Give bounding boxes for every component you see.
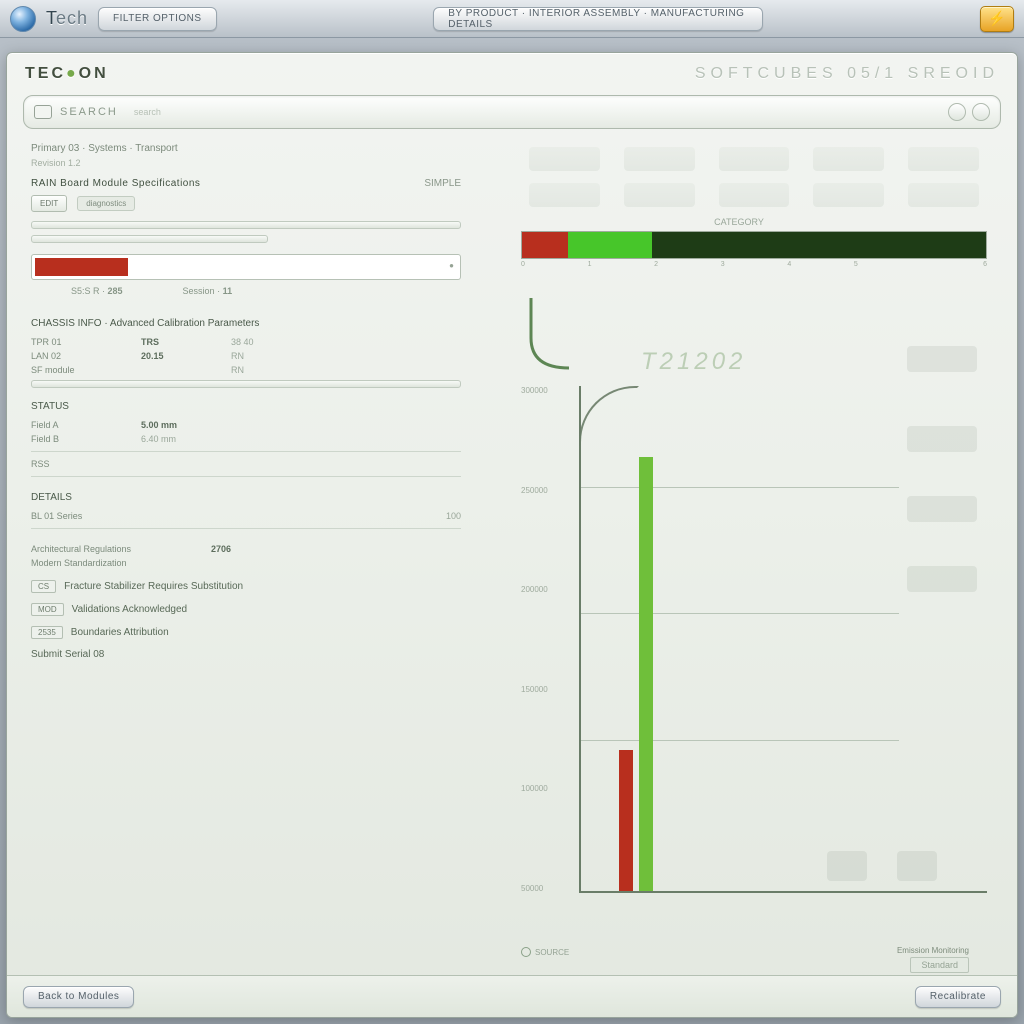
- b-row2-x: RN: [231, 365, 244, 375]
- content-area: Primary 03 · Systems · Transport Revisio…: [7, 137, 1017, 1017]
- d-row0-k: BL 01 Series: [31, 511, 141, 521]
- c-row0-v: 5.00 mm: [141, 420, 231, 430]
- page-title: SOFTCUBES 05/1 SREOID: [695, 65, 999, 83]
- pair-b-key: Session: [183, 286, 215, 296]
- li-text-3: Submit Serial 08: [31, 649, 104, 660]
- vehicle-icon: [624, 147, 695, 171]
- pair-a-val: 285: [108, 286, 123, 296]
- vehicle-icon: [813, 183, 884, 207]
- progress-gauge: ●: [31, 254, 461, 280]
- window-footer: Back to Modules Recalibrate: [7, 975, 1017, 1017]
- filter-button[interactable]: FILTER OPTIONS: [98, 7, 217, 31]
- chart-legend: SOURCE: [521, 947, 569, 957]
- list-item[interactable]: CS Fracture Stabilizer Requires Substitut…: [31, 580, 461, 593]
- list-item[interactable]: 2535 Boundaries Attribution: [31, 626, 461, 639]
- c-row0-k: Field A: [31, 420, 141, 430]
- b-row0-x: 38 40: [231, 337, 254, 347]
- chart-watermark: T21202: [641, 348, 746, 376]
- chart-sub-a: Emission Monitoring: [897, 946, 969, 955]
- c-row1-x: 6.40 mm: [141, 434, 176, 444]
- right-panel: CATEGORY 0123456 T21202 50000 100000 150…: [479, 143, 999, 1017]
- app-window: TEC●ON SOFTCUBES 05/1 SREOID SEARCH sear…: [6, 52, 1018, 1018]
- spec-bar-2: [31, 235, 268, 243]
- pair-a-key: S5:S R: [71, 286, 100, 296]
- search-hint: search: [134, 107, 161, 117]
- arch-reg-label: Architectural Regulations: [31, 544, 211, 554]
- info-icon[interactable]: [972, 103, 990, 121]
- notice-list: CS Fracture Stabilizer Requires Substitut…: [31, 570, 461, 670]
- vehicle-icon: [624, 183, 695, 207]
- main-chart: T21202 50000 100000 150000 200000 250000…: [521, 338, 987, 917]
- recalibrate-button[interactable]: Recalibrate: [915, 986, 1001, 1008]
- section-d-title: DETAILS: [31, 492, 461, 503]
- b-row1-v: 20.15: [141, 351, 231, 361]
- b-row1-k: LAN 02: [31, 351, 141, 361]
- gauge-end-icon: ●: [449, 261, 454, 270]
- legend-dot-icon: [521, 947, 531, 957]
- left-panel: Primary 03 · Systems · Transport Revisio…: [31, 143, 461, 1017]
- mod-std-label: Modern Standardization: [31, 558, 211, 568]
- gauge-ticks: 0123456: [521, 261, 987, 268]
- vehicle-icon: [908, 147, 979, 171]
- badge-1: MOD: [31, 603, 64, 616]
- badge-2: 2535: [31, 626, 63, 639]
- c-row1-k: Field B: [31, 434, 141, 444]
- horizontal-gauge: [521, 231, 987, 259]
- vehicle-icon: [908, 183, 979, 207]
- refresh-icon[interactable]: [948, 103, 966, 121]
- arch-reg-val: 2706: [211, 544, 301, 554]
- os-brand: Tech: [46, 8, 88, 29]
- spec-bar-1: [31, 221, 461, 229]
- vehicle-icon: [529, 183, 600, 207]
- chart-sub-b[interactable]: Standard: [910, 957, 969, 973]
- search-icon: [34, 105, 52, 119]
- revision-label: Revision 1.2: [31, 158, 461, 168]
- os-titlebar: Tech FILTER OPTIONS BY PRODUCT · INTERIO…: [0, 0, 1024, 38]
- list-item[interactable]: MOD Validations Acknowledged: [31, 603, 461, 616]
- globe-icon: [10, 6, 36, 32]
- bolt-icon: ⚡: [988, 10, 1005, 27]
- b-row2-k: SF module: [31, 365, 141, 375]
- breadcrumb: Primary 03 · Systems · Transport: [31, 143, 461, 154]
- app-logo: TEC●ON: [25, 65, 109, 83]
- c-row2-k: RSS: [31, 459, 141, 469]
- window-header: TEC●ON SOFTCUBES 05/1 SREOID: [7, 53, 1017, 95]
- breadcrumb-button[interactable]: BY PRODUCT · INTERIOR ASSEMBLY · MANUFAC…: [433, 7, 763, 31]
- section-b-title: CHASSIS INFO · Advanced Calibration Para…: [31, 318, 461, 329]
- pair-b-val: 11: [223, 286, 233, 296]
- badge-0: CS: [31, 580, 56, 593]
- d-row0-x: 100: [446, 511, 461, 521]
- search-bar[interactable]: SEARCH search: [23, 95, 1001, 129]
- vehicle-icon: [529, 147, 600, 171]
- vehicle-icon: [719, 147, 790, 171]
- li-text-2: Boundaries Attribution: [71, 627, 169, 638]
- search-label: SEARCH: [60, 106, 118, 118]
- b-row0-v: TRS: [141, 337, 231, 347]
- vehicle-icon: [813, 147, 884, 171]
- power-button[interactable]: ⚡: [980, 6, 1014, 32]
- y-axis: 50000 100000 150000 200000 250000 300000: [521, 386, 548, 893]
- plot-area: [579, 386, 987, 893]
- back-button[interactable]: Back to Modules: [23, 986, 134, 1008]
- bar-green: [639, 457, 653, 891]
- section-c-title: STATUS: [31, 401, 461, 412]
- li-text-0: Fracture Stabilizer Requires Substitutio…: [64, 581, 243, 592]
- diagnostics-tag: diagnostics: [77, 196, 135, 211]
- section-a-title: RAIN Board Module Specifications: [31, 178, 200, 189]
- b-row2-v: [141, 365, 231, 375]
- edit-button[interactable]: EDIT: [31, 195, 67, 212]
- vehicle-icon-grid: [479, 143, 999, 213]
- li-text-1: Validations Acknowledged: [72, 604, 187, 615]
- section-a-right: SIMPLE: [424, 178, 461, 189]
- spec-bar-3: [31, 380, 461, 388]
- bar-red: [619, 750, 633, 891]
- vehicle-icon: [719, 183, 790, 207]
- b-row1-x: RN: [231, 351, 244, 361]
- grid-caption: CATEGORY: [479, 217, 999, 227]
- list-item[interactable]: Submit Serial 08: [31, 649, 461, 660]
- b-row0-k: TPR 01: [31, 337, 141, 347]
